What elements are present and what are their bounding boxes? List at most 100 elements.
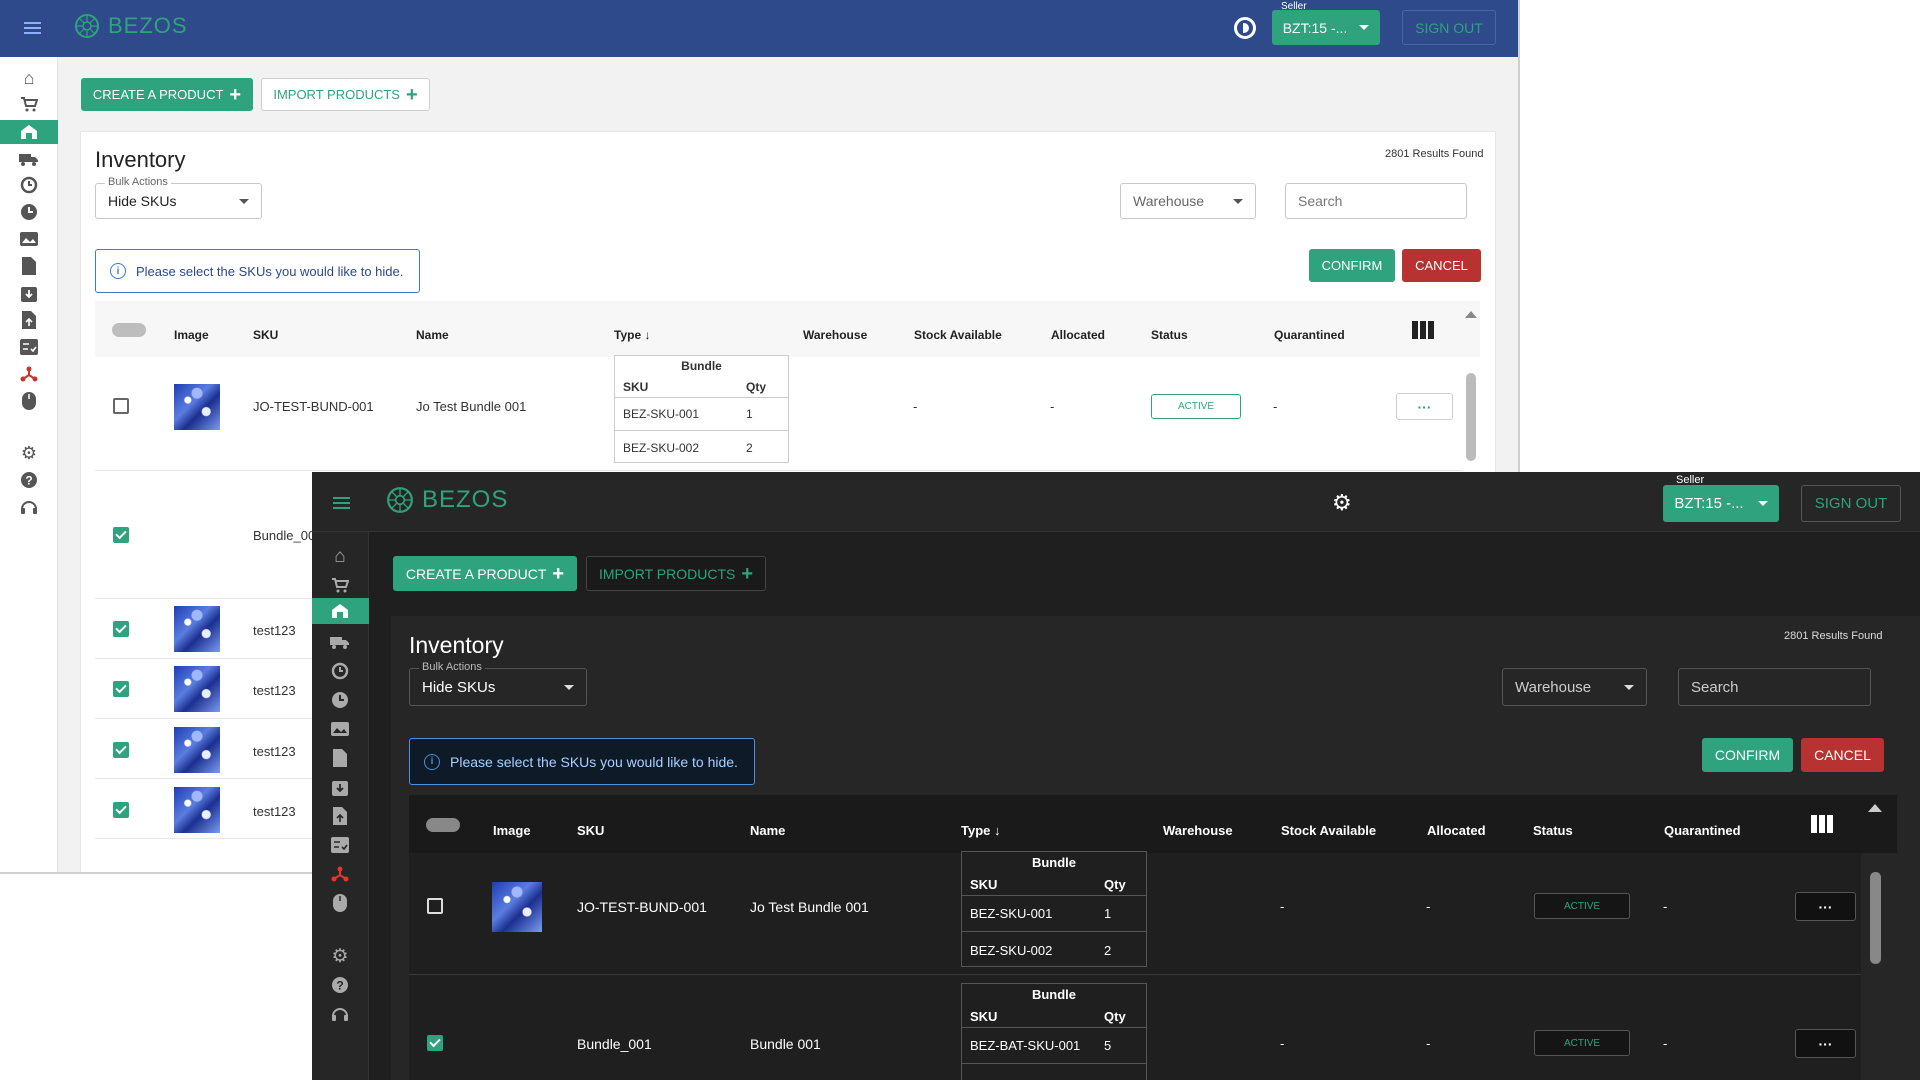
menu-icon[interactable] xyxy=(333,494,350,512)
row-actions-button[interactable]: ··· xyxy=(1795,892,1856,921)
col-type[interactable]: Type ↓ xyxy=(614,328,650,342)
row-checkbox[interactable] xyxy=(113,398,129,414)
truck-icon[interactable] xyxy=(19,149,39,169)
seller-select[interactable]: BZT:15 -... xyxy=(1663,485,1779,522)
upload-doc-icon[interactable] xyxy=(330,806,350,826)
support-icon[interactable] xyxy=(19,497,39,517)
page-title: Inventory xyxy=(95,147,186,172)
col-name: Name xyxy=(750,823,786,838)
search-input[interactable]: Search xyxy=(1285,183,1467,219)
chevron-down-icon xyxy=(1624,684,1634,690)
cancel-button[interactable]: CANCEL xyxy=(1801,738,1884,772)
home-icon[interactable]: ⌂ xyxy=(330,546,350,567)
search-input[interactable]: Search xyxy=(1678,668,1871,706)
row-actions-button[interactable]: ··· xyxy=(1396,393,1453,420)
sign-out-button[interactable]: SIGN OUT xyxy=(1801,485,1901,522)
bundle-sku: BEZ-SKU-001 xyxy=(970,906,1053,921)
cart-icon[interactable] xyxy=(19,94,39,114)
scroll-up-icon[interactable] xyxy=(1868,804,1882,812)
seller-value: BZT:15 -... xyxy=(1282,19,1348,36)
image-icon[interactable] xyxy=(19,229,39,249)
document-icon[interactable] xyxy=(19,256,39,276)
confirm-button[interactable]: CONFIRM xyxy=(1702,738,1793,772)
integration-icon[interactable] xyxy=(19,364,39,384)
home-icon[interactable]: ⌂ xyxy=(19,68,39,88)
document-icon[interactable] xyxy=(330,748,350,768)
mouse-icon[interactable] xyxy=(19,391,39,411)
cancel-button[interactable]: CANCEL xyxy=(1402,249,1481,282)
returns-icon[interactable] xyxy=(19,175,39,195)
row-stock: - xyxy=(1280,899,1285,914)
info-text: Please select the SKUs you would like to… xyxy=(136,263,404,279)
chevron-down-icon xyxy=(1757,501,1768,506)
row-checkbox[interactable] xyxy=(113,621,129,637)
box-icon[interactable] xyxy=(330,777,350,797)
col-status: Status xyxy=(1533,823,1573,838)
clock-icon[interactable] xyxy=(330,690,350,710)
row-checkbox[interactable] xyxy=(427,1035,443,1051)
row-checkbox[interactable] xyxy=(427,898,443,914)
col-stock: Stock Available xyxy=(1281,823,1377,838)
select-all-toggle[interactable] xyxy=(426,818,460,832)
warehouse-filter[interactable]: Warehouse xyxy=(1502,668,1647,706)
bundle-sku: BEZ-SKU-001 xyxy=(623,407,700,421)
import-products-button[interactable]: IMPORT PRODUCTS + xyxy=(586,556,766,591)
row-checkbox[interactable] xyxy=(113,742,129,758)
scrollbar[interactable] xyxy=(1870,872,1881,964)
scrollbar[interactable] xyxy=(1466,373,1476,461)
bundle-sku-header: SKU xyxy=(970,1008,998,1024)
settings-icon[interactable]: ⚙ xyxy=(330,946,350,967)
bundle-table: Bundle SKU Qty BEZ-SKU-001 1 BEZ-SKU-002 2 xyxy=(614,355,789,463)
col-warehouse: Warehouse xyxy=(803,328,868,342)
integration-icon[interactable] xyxy=(330,864,350,884)
help-icon[interactable]: ? xyxy=(19,470,39,490)
image-icon[interactable] xyxy=(330,719,350,739)
bulk-actions-select[interactable]: Hide SKUs xyxy=(95,183,262,219)
upload-doc-icon[interactable] xyxy=(19,310,39,330)
bundle-qty: 5 xyxy=(1104,1038,1112,1053)
sort-arrow-icon: ↓ xyxy=(644,328,651,342)
nav-active-inventory[interactable] xyxy=(0,120,58,144)
clock-icon[interactable] xyxy=(19,202,39,222)
col-stock: Stock Available xyxy=(914,328,1002,342)
mouse-icon[interactable] xyxy=(330,893,350,913)
support-icon[interactable] xyxy=(330,1004,350,1024)
checklist-icon[interactable] xyxy=(330,835,350,855)
col-type[interactable]: Type ↓ xyxy=(961,823,1001,838)
select-all-toggle[interactable] xyxy=(112,323,146,337)
theme-toggle-icon[interactable] xyxy=(1234,17,1256,39)
help-icon[interactable]: ? xyxy=(330,975,350,995)
columns-icon[interactable] xyxy=(1412,321,1434,339)
returns-icon[interactable] xyxy=(330,661,350,681)
sign-out-button[interactable]: SIGN OUT xyxy=(1402,10,1496,45)
create-product-button[interactable]: CREATE A PRODUCT + xyxy=(393,556,577,591)
info-banner: i Please select the SKUs you would like t… xyxy=(95,249,420,293)
warehouse-filter[interactable]: Warehouse xyxy=(1120,183,1256,219)
row-quarantined: - xyxy=(1663,1036,1668,1051)
create-product-button[interactable]: CREATE A PRODUCT + xyxy=(81,78,253,111)
import-products-button[interactable]: IMPORT PRODUCTS + xyxy=(261,78,430,111)
row-checkbox[interactable] xyxy=(113,527,129,543)
box-icon[interactable] xyxy=(19,283,39,303)
menu-icon[interactable] xyxy=(24,19,41,37)
seller-select[interactable]: BZT:15 -... xyxy=(1272,10,1380,45)
brand-logo[interactable]: BEZOS xyxy=(386,486,508,514)
logo-icon xyxy=(387,487,413,513)
checklist-icon[interactable] xyxy=(19,337,39,357)
confirm-button[interactable]: CONFIRM xyxy=(1309,249,1395,282)
bulk-actions-label: Bulk Actions xyxy=(105,176,171,188)
brand-logo[interactable]: BEZOS xyxy=(74,13,188,39)
cart-icon[interactable] xyxy=(330,575,350,595)
columns-icon[interactable] xyxy=(1811,815,1833,833)
nav-active-inventory[interactable] xyxy=(312,598,369,624)
row-checkbox[interactable] xyxy=(113,802,129,818)
row-checkbox[interactable] xyxy=(113,681,129,697)
scroll-up-icon[interactable] xyxy=(1465,311,1477,318)
settings-icon[interactable]: ⚙ xyxy=(19,443,39,463)
row-actions-button[interactable]: ··· xyxy=(1795,1029,1856,1058)
theme-toggle-icon[interactable]: ⚙ xyxy=(1332,492,1352,514)
bulk-actions-value: Hide SKUs xyxy=(108,193,177,209)
truck-icon[interactable] xyxy=(330,632,350,652)
bulk-actions-select[interactable]: Hide SKUs xyxy=(409,668,587,706)
bulk-actions-value: Hide SKUs xyxy=(422,678,496,696)
